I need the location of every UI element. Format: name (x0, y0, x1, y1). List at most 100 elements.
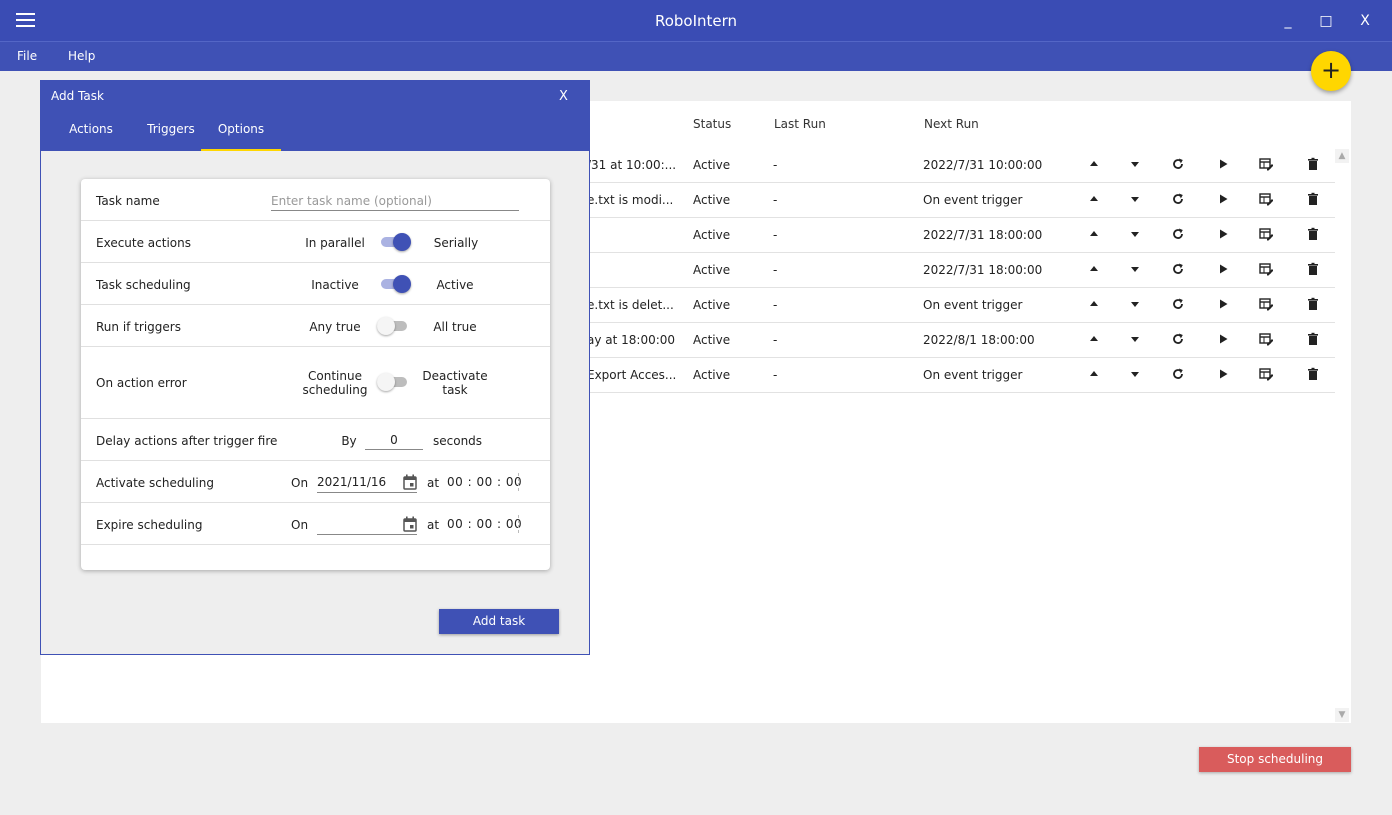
run-icon[interactable] (1216, 192, 1230, 206)
any-true-label: Any true (309, 320, 361, 334)
refresh-icon[interactable] (1171, 332, 1185, 346)
delete-icon[interactable] (1306, 157, 1320, 171)
expire-date-field[interactable] (317, 515, 417, 535)
activate-time-field[interactable]: 00 : 00 : 00 (447, 475, 522, 489)
refresh-icon[interactable] (1171, 262, 1185, 276)
serially-label: Serially (433, 236, 479, 250)
edit-icon[interactable] (1259, 262, 1273, 276)
refresh-icon[interactable] (1171, 157, 1185, 171)
table-row[interactable]: Export Acces... Active - On event trigger (587, 358, 1335, 393)
on-action-error-row: On action error Continue scheduling Deact… (81, 347, 550, 419)
run-icon[interactable] (1216, 227, 1230, 241)
activate-date-value: 2021/11/16 (317, 475, 387, 489)
table-row[interactable]: e.txt is modi... Active - On event trigger (587, 183, 1335, 218)
status-cell: Active (693, 333, 731, 347)
edit-icon[interactable] (1259, 157, 1273, 171)
all-true-label: All true (433, 320, 477, 334)
refresh-icon[interactable] (1171, 227, 1185, 241)
next-run-cell: 2022/7/31 10:00:00 (923, 158, 1043, 172)
menu-help[interactable]: Help (68, 49, 95, 63)
task-name-cell: Export Acces... (587, 368, 677, 382)
table-row[interactable]: Active - 2022/7/31 18:00:00 (587, 253, 1335, 288)
stop-scheduling-button[interactable]: Stop scheduling (1199, 747, 1351, 772)
maximize-button[interactable]: □ (1314, 10, 1338, 32)
edit-icon[interactable] (1259, 192, 1273, 206)
move-up-icon[interactable] (1087, 332, 1101, 346)
move-up-icon[interactable] (1087, 367, 1101, 381)
execute-actions-label: Execute actions (96, 236, 191, 250)
move-down-icon[interactable] (1128, 157, 1142, 171)
edit-icon[interactable] (1259, 367, 1273, 381)
delay-actions-row: Delay actions after trigger fire By seco… (81, 419, 550, 461)
scroll-down-arrow-icon[interactable]: ▼ (1335, 708, 1349, 722)
next-run-cell: On event trigger (923, 298, 1023, 312)
table-row[interactable]: e.txt is delet... Active - On event trigger (587, 288, 1335, 323)
delete-icon[interactable] (1306, 227, 1320, 241)
app-title: RoboIntern (654, 12, 738, 30)
move-up-icon[interactable] (1087, 227, 1101, 241)
move-down-icon[interactable] (1128, 192, 1142, 206)
activate-on-label: On (291, 476, 309, 490)
on-action-error-toggle[interactable] (377, 372, 407, 392)
next-run-cell: 2022/7/31 18:00:00 (923, 263, 1043, 277)
calendar-icon[interactable] (403, 474, 417, 490)
run-icon[interactable] (1216, 262, 1230, 276)
activate-date-field[interactable]: 2021/11/16 (317, 473, 417, 493)
task-name-input[interactable] (271, 191, 519, 211)
tab-actions[interactable]: Actions (51, 121, 131, 151)
expire-on-label: On (291, 518, 309, 532)
move-up-icon[interactable] (1087, 297, 1101, 311)
close-window-button[interactable]: X (1353, 10, 1377, 32)
delete-icon[interactable] (1306, 192, 1320, 206)
edit-icon[interactable] (1259, 227, 1273, 241)
move-up-icon[interactable] (1087, 262, 1101, 276)
column-header-last-run[interactable]: Last Run (774, 117, 826, 131)
table-row[interactable]: Active - 2022/7/31 18:00:00 (587, 218, 1335, 253)
column-header-status[interactable]: Status (693, 117, 731, 131)
tab-triggers[interactable]: Triggers (131, 121, 211, 151)
run-icon[interactable] (1216, 332, 1230, 346)
execute-actions-toggle[interactable] (381, 232, 411, 252)
move-down-icon[interactable] (1128, 332, 1142, 346)
delete-icon[interactable] (1306, 332, 1320, 346)
task-scheduling-row: Task scheduling Inactive Active (81, 263, 550, 305)
refresh-icon[interactable] (1171, 297, 1185, 311)
refresh-icon[interactable] (1171, 192, 1185, 206)
move-up-icon[interactable] (1087, 157, 1101, 171)
run-if-triggers-toggle[interactable] (377, 316, 407, 336)
add-task-dialog: Add Task X Actions Triggers Options Task… (40, 80, 590, 655)
task-scheduling-toggle[interactable] (381, 274, 411, 294)
calendar-icon[interactable] (403, 516, 417, 532)
table-row[interactable]: /31 at 10:00:... Active - 2022/7/31 10:00:0… (587, 148, 1335, 183)
move-down-icon[interactable] (1128, 227, 1142, 241)
in-parallel-label: In parallel (305, 236, 365, 250)
add-task-button[interactable]: Add task (439, 609, 559, 634)
delete-icon[interactable] (1306, 367, 1320, 381)
column-header-next-run[interactable]: Next Run (924, 117, 979, 131)
expire-time-field[interactable]: 00 : 00 : 00 (447, 517, 522, 531)
tab-options[interactable]: Options (201, 121, 281, 151)
run-icon[interactable] (1216, 367, 1230, 381)
expire-time-separator (518, 515, 519, 533)
task-name-row: Task name (81, 179, 550, 221)
run-icon[interactable] (1216, 157, 1230, 171)
add-task-fab[interactable]: + (1311, 51, 1351, 91)
delete-icon[interactable] (1306, 297, 1320, 311)
delay-seconds-input[interactable] (365, 430, 423, 450)
minimize-button[interactable]: _ (1276, 10, 1300, 32)
move-down-icon[interactable] (1128, 262, 1142, 276)
edit-icon[interactable] (1259, 332, 1273, 346)
move-up-icon[interactable] (1087, 192, 1101, 206)
move-down-icon[interactable] (1128, 367, 1142, 381)
delete-icon[interactable] (1306, 262, 1320, 276)
scroll-up-arrow-icon[interactable]: ▲ (1335, 149, 1349, 163)
menu-file[interactable]: File (17, 49, 37, 63)
move-down-icon[interactable] (1128, 297, 1142, 311)
expire-scheduling-label: Expire scheduling (96, 518, 203, 532)
table-row[interactable]: ay at 18:00:00 Active - 2022/8/1 18:00:00 (587, 323, 1335, 358)
refresh-icon[interactable] (1171, 367, 1185, 381)
dialog-close-button[interactable]: X (559, 89, 568, 104)
activate-scheduling-row: Activate scheduling On 2021/11/16 at 00 … (81, 461, 550, 503)
run-icon[interactable] (1216, 297, 1230, 311)
edit-icon[interactable] (1259, 297, 1273, 311)
